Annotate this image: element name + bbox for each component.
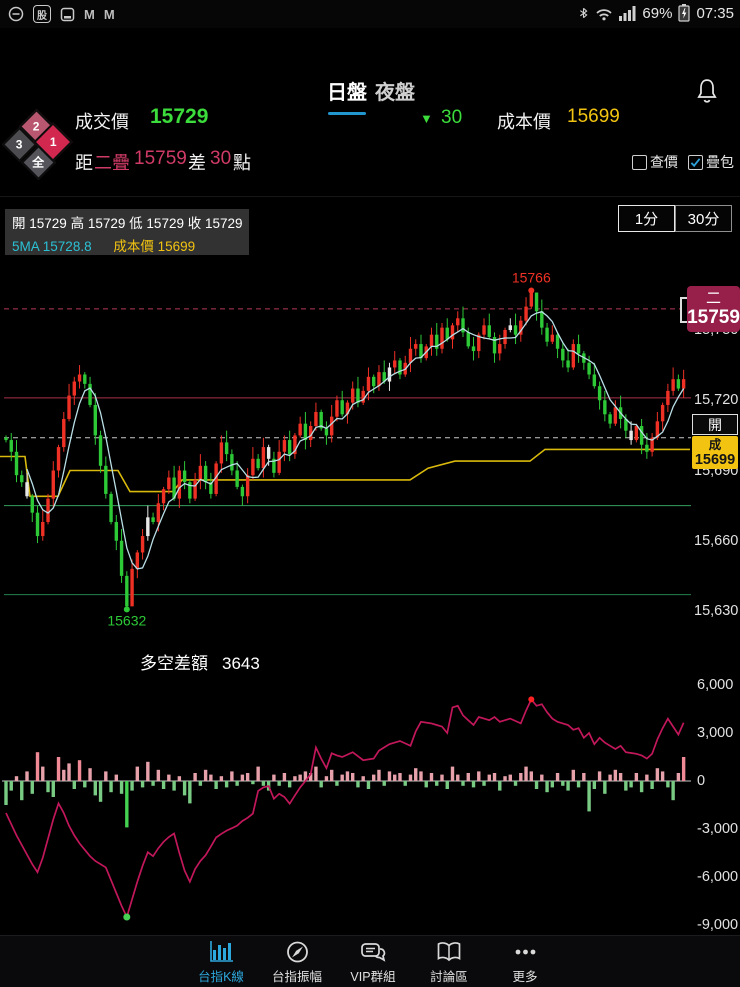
change-arrow-icon: ▼: [420, 111, 433, 126]
open-price-badge: 開: [692, 414, 738, 435]
nav-item-label: 台指K線: [198, 969, 244, 984]
candlestick-chart[interactable]: 15766 15632: [0, 248, 740, 648]
unchecked-checkbox-icon[interactable]: [632, 154, 647, 170]
gmail-icon: M: [84, 6, 95, 22]
checkbox-stack-pack[interactable]: 疊包: [688, 152, 734, 172]
trade-price-value: 15729: [150, 105, 209, 128]
bluetooth-icon: [580, 7, 588, 19]
distance-level-value: 15759: [134, 148, 187, 169]
y-axis-label: 0: [697, 773, 706, 789]
nav-item-VIP群組[interactable]: VIP群組: [338, 938, 408, 986]
nav-item-更多[interactable]: 更多: [490, 938, 560, 986]
chat-icon: [360, 940, 387, 964]
distance-diff-value: 30: [210, 148, 232, 169]
nav-item-label: 台指振幅: [271, 969, 322, 984]
open-value: 15729: [29, 216, 67, 231]
y-axis-label: -9,000: [697, 917, 739, 933]
checkbox-row: 查價 疊包: [632, 152, 734, 172]
battery-charging-icon: [678, 4, 691, 22]
wifi-icon: [596, 8, 613, 20]
checkbox-label: 查價: [650, 154, 678, 170]
y-axis-label: -3,000: [697, 821, 739, 837]
nav-item-label: 討論區: [430, 969, 468, 984]
low-annotation: 15632: [107, 612, 146, 628]
tab-day-session[interactable]: 日盤: [327, 76, 367, 105]
distance-level-label: 二疊: [94, 153, 130, 173]
bottom-nav: 台指K線 台指振幅 VIP群組 討論區 更多: [0, 935, 740, 987]
status-right-cluster: 69% 07:35: [578, 4, 734, 22]
clock: 07:35: [696, 4, 734, 22]
high-value: 15729: [87, 216, 126, 231]
long-short-diff-chart[interactable]: [0, 672, 740, 932]
ma5-line: [26, 310, 685, 570]
screenshot-icon: [60, 7, 75, 21]
do-not-disturb-icon: [8, 6, 24, 22]
distance-prefix: 距: [75, 153, 93, 173]
cumulative-diff-line: [5, 697, 685, 920]
high-label: 高: [70, 216, 85, 231]
y-axis-label: 15,720: [694, 392, 739, 409]
high-annotation: 15766: [512, 270, 551, 286]
line-max-dot: [528, 696, 535, 703]
high-marker-dot: [528, 287, 535, 294]
checkbox-label: 疊包: [706, 154, 734, 170]
change-value: 30: [441, 107, 463, 128]
close-label: 收: [187, 216, 202, 231]
checkbox-price-check[interactable]: 查價: [632, 152, 678, 172]
nav-item-label: VIP群組: [350, 969, 396, 984]
interval-switcher: 1分 30分: [618, 205, 732, 232]
cost-price-badge: 成 15699: [692, 436, 738, 469]
more-dots-icon: [512, 940, 539, 964]
interval-1min-button[interactable]: 1分: [618, 205, 675, 232]
stack-level-badge: 二 15759: [687, 286, 740, 332]
signal-icon: [619, 5, 636, 21]
cost-step-line: [0, 448, 690, 498]
line-min-dot: [123, 913, 131, 921]
long-short-diff-value: 3643: [222, 654, 260, 673]
gmail-icon: M: [103, 6, 115, 22]
low-label: 低: [129, 216, 143, 231]
distance-diff-label: 差: [188, 153, 206, 173]
kline-chart-icon: [208, 940, 235, 964]
nav-item-label: 更多: [512, 969, 538, 984]
status-left-icons: 股 M M: [8, 5, 115, 23]
lower-chart-title: 多空差額 3643: [140, 654, 260, 673]
y-axis-label: 6,000: [697, 677, 734, 693]
nav-item-討論區[interactable]: 討論區: [414, 938, 484, 986]
trading-app: 股 M M 69% 07:35 日盤 夜盤 2 3 1 全 成交價 15729 …: [0, 0, 740, 987]
tab-night-session[interactable]: 夜盤: [375, 76, 415, 105]
distance-unit: 點: [233, 153, 251, 173]
divider: [0, 196, 740, 197]
y-axis-label: 15,660: [694, 532, 739, 549]
checked-checkbox-icon[interactable]: [688, 154, 703, 170]
stock-app-icon: 股: [33, 5, 51, 23]
battery-percent: 69%: [642, 4, 673, 22]
close-value: 15729: [205, 216, 243, 231]
nav-item-台指振幅[interactable]: 台指振幅: [262, 938, 332, 986]
book-icon: [436, 940, 462, 964]
y-axis-label: 3,000: [697, 725, 734, 741]
trade-price-label: 成交價: [75, 112, 129, 132]
interval-30min-button[interactable]: 30分: [675, 205, 732, 232]
open-label: 開: [12, 216, 26, 231]
y-axis-label: 15,630: [694, 603, 739, 619]
bell-icon[interactable]: [694, 78, 720, 106]
level-lines: [4, 308, 691, 596]
cost-price-value: 15699: [567, 106, 620, 127]
low-value: 15729: [146, 216, 184, 231]
y-axis-label: -6,000: [697, 869, 739, 885]
diff-bars: [4, 752, 686, 828]
cost-price-label: 成本價: [497, 112, 551, 132]
active-tab-underline: [328, 112, 366, 115]
status-bar: 股 M M 69% 07:35: [0, 0, 740, 28]
compass-icon: [285, 940, 310, 964]
nav-item-台指K線[interactable]: 台指K線: [186, 938, 256, 986]
header: 日盤 夜盤: [0, 28, 740, 115]
